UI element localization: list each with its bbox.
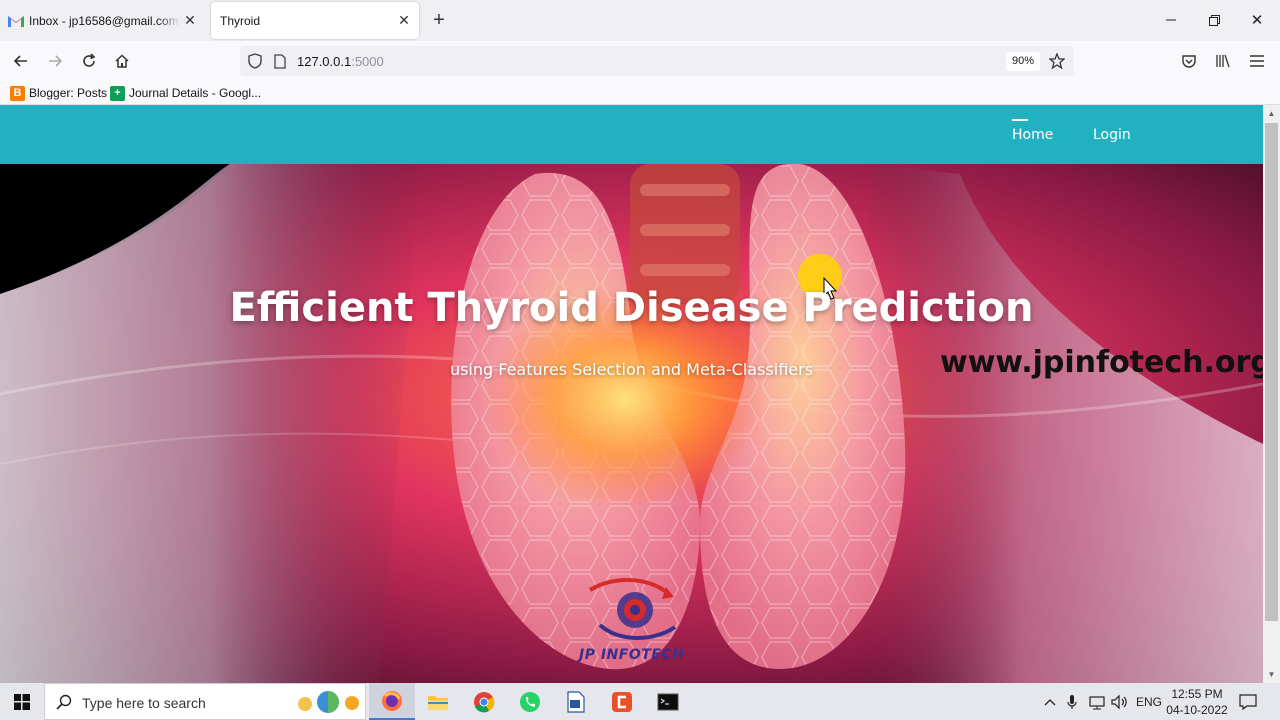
search-placeholder: Type here to search <box>82 695 206 711</box>
whatsapp-icon[interactable] <box>507 683 553 720</box>
nav-link-login[interactable]: Login <box>1093 127 1131 143</box>
library-icon[interactable] <box>1211 49 1235 73</box>
bookmark-blogger-posts[interactable]: B Blogger: Posts <box>10 84 107 102</box>
pocket-icon[interactable] <box>1177 49 1201 73</box>
file-explorer-icon[interactable] <box>415 683 461 720</box>
menu-icon[interactable] <box>1245 49 1269 73</box>
tab-title: Inbox - jp16586@gmail.com - G <box>29 13 181 28</box>
nav-link-home[interactable]: Home <box>1012 127 1053 143</box>
windows-taskbar: Type here to search ENG 12:55 PM 04-10-2… <box>0 683 1280 720</box>
close-tab-icon[interactable]: ✕ <box>395 12 413 30</box>
clock-date: 04-10-2022 <box>1166 703 1228 717</box>
minimize-icon[interactable] <box>1159 8 1183 32</box>
word-document-icon[interactable] <box>553 683 599 720</box>
home-icon[interactable] <box>110 49 134 73</box>
forward-icon[interactable] <box>43 49 67 73</box>
url-text[interactable]: 127.0.0.1:5000 <box>297 54 384 69</box>
reload-icon[interactable] <box>77 49 101 73</box>
blogger-icon: B <box>10 85 25 101</box>
address-bar[interactable]: 127.0.0.1:5000 90% <box>240 46 1074 76</box>
terminal-icon[interactable] <box>645 683 691 720</box>
restore-icon[interactable] <box>1202 8 1226 32</box>
firefox-icon[interactable] <box>369 683 415 720</box>
show-hidden-icons[interactable] <box>1044 683 1056 720</box>
close-window-icon[interactable]: ✕ <box>1245 8 1269 32</box>
tab-thyroid[interactable]: Thyroid ✕ <box>211 2 419 39</box>
url-port: :5000 <box>351 54 384 69</box>
search-icon <box>56 694 72 715</box>
camtasia-icon[interactable] <box>599 683 645 720</box>
volume-icon[interactable] <box>1110 683 1128 720</box>
sheets-icon: + <box>110 85 125 101</box>
hero-section: Efficient Thyroid Disease Prediction usi… <box>0 164 1263 683</box>
taskbar-search-box[interactable]: Type here to search <box>44 683 366 720</box>
scroll-thumb[interactable] <box>1265 123 1278 621</box>
bookmark-journal-details[interactable]: + Journal Details - Googl... <box>110 84 261 102</box>
page-viewport: Home Login Efficient Thyroid Disease Pre… <box>0 105 1263 683</box>
screen: Inbox - jp16586@gmail.com - G ✕ Thyroid … <box>0 0 1280 720</box>
tab-strip: Inbox - jp16586@gmail.com - G ✕ Thyroid … <box>0 0 1280 41</box>
system-clock[interactable]: 12:55 PM 04-10-2022 <box>1166 686 1228 718</box>
zoom-level-button[interactable]: 90% <box>1006 52 1041 71</box>
clock-time: 12:55 PM <box>1171 687 1223 701</box>
tab-gmail-inbox[interactable]: Inbox - jp16586@gmail.com - G ✕ <box>0 2 205 39</box>
active-nav-indicator <box>1012 119 1028 121</box>
page-scrollbar[interactable]: ▲ ▼ <box>1263 105 1280 683</box>
microphone-icon[interactable] <box>1067 683 1077 720</box>
windows-start-icon[interactable] <box>0 683 44 720</box>
watermark-url: www.jpinfotech.org <box>940 345 1263 380</box>
tab-title: Thyroid <box>220 13 261 28</box>
hero-title: Efficient Thyroid Disease Prediction <box>229 285 1034 331</box>
site-navbar: Home Login <box>0 105 1263 164</box>
url-host: 127.0.0.1 <box>297 54 352 69</box>
watermark-logo-text: JP INFOTECH <box>579 647 685 663</box>
navigation-toolbar: 127.0.0.1:5000 90% <box>0 41 1280 81</box>
new-tab-button[interactable]: + <box>428 10 450 32</box>
notification-center-icon[interactable] <box>1239 683 1257 720</box>
search-highlight-icon <box>295 689 361 720</box>
shield-icon[interactable] <box>247 53 263 69</box>
bookmarks-toolbar: B Blogger: Posts + Journal Details - Goo… <box>0 81 1280 105</box>
scroll-down-arrow-icon[interactable]: ▼ <box>1263 666 1280 683</box>
scroll-up-arrow-icon[interactable]: ▲ <box>1263 105 1280 122</box>
back-icon[interactable] <box>9 49 33 73</box>
star-bookmark-icon[interactable] <box>1049 53 1065 69</box>
chrome-icon[interactable] <box>461 683 507 720</box>
language-indicator[interactable]: ENG <box>1136 683 1162 720</box>
page-icon[interactable] <box>272 53 288 69</box>
close-tab-icon[interactable]: ✕ <box>181 12 199 30</box>
bookmark-label: Journal Details - Googl... <box>129 86 262 100</box>
gmail-icon <box>8 13 24 29</box>
bookmark-label: Blogger: Posts <box>29 86 108 100</box>
network-icon[interactable] <box>1088 683 1106 720</box>
